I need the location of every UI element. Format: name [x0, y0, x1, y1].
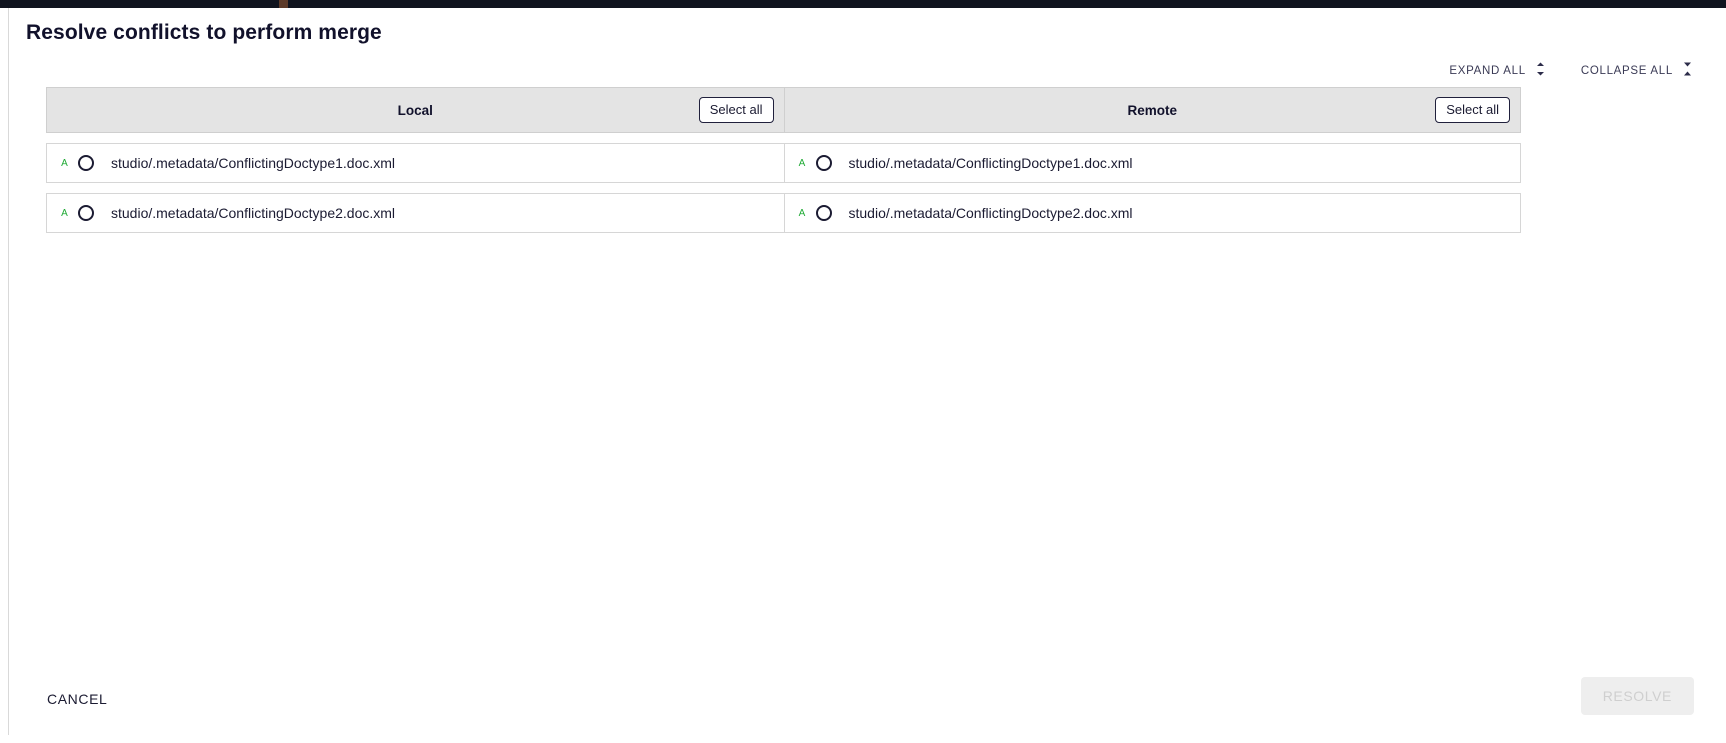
- dialog-footer: CANCEL RESOLVE: [9, 663, 1718, 735]
- status-badge: A: [61, 207, 68, 219]
- column-header-remote-label: Remote: [1127, 102, 1177, 118]
- collapse-all-label: COLLAPSE ALL: [1580, 64, 1673, 77]
- expand-vertical-icon: [1536, 62, 1545, 79]
- table-row: A studio/.metadata/ConflictingDoctype2.d…: [46, 193, 1521, 233]
- resolve-button[interactable]: RESOLVE: [1580, 677, 1694, 715]
- conflict-cell-local[interactable]: A studio/.metadata/ConflictingDoctype1.d…: [47, 144, 784, 182]
- status-badge: A: [61, 157, 68, 169]
- tree-controls-toolbar: EXPAND ALL COLLAPSE ALL: [1447, 60, 1694, 81]
- radio-remote-0[interactable]: [815, 155, 832, 171]
- merge-conflict-dialog: Resolve conflicts to perform merge EXPAN…: [8, 8, 1718, 735]
- page-title: Resolve conflicts to perform merge: [26, 21, 382, 44]
- conflict-cell-remote[interactable]: A studio/.metadata/ConflictingDoctype2.d…: [783, 194, 1521, 232]
- file-path-label: studio/.metadata/ConflictingDoctype1.doc…: [111, 155, 396, 171]
- conflict-cell-remote[interactable]: A studio/.metadata/ConflictingDoctype1.d…: [783, 144, 1521, 182]
- table-header-row: Local Select all Remote Select all: [46, 87, 1521, 133]
- status-badge: A: [798, 207, 806, 219]
- file-path-label: studio/.metadata/ConflictingDoctype2.doc…: [111, 205, 396, 221]
- column-header-remote: Remote Select all: [783, 88, 1521, 132]
- status-badge: A: [798, 157, 806, 169]
- window-chrome-marker: [279, 0, 288, 8]
- expand-all-label: EXPAND ALL: [1449, 64, 1526, 77]
- column-header-local-label: Local: [397, 102, 433, 118]
- cancel-button[interactable]: CANCEL: [35, 683, 119, 715]
- radio-remote-1[interactable]: [815, 205, 832, 221]
- conflict-table: Local Select all Remote Select all A stu…: [46, 87, 1521, 233]
- collapse-all-button[interactable]: COLLAPSE ALL: [1579, 60, 1694, 81]
- select-all-remote-button[interactable]: Select all: [1435, 97, 1510, 123]
- expand-all-button[interactable]: EXPAND ALL: [1447, 60, 1546, 81]
- collapse-vertical-icon: [1683, 62, 1692, 79]
- file-path-label: studio/.metadata/ConflictingDoctype2.doc…: [848, 205, 1133, 221]
- window-chrome-bar: [0, 0, 1726, 8]
- select-all-local-button[interactable]: Select all: [698, 97, 774, 123]
- table-row: A studio/.metadata/ConflictingDoctype1.d…: [46, 143, 1521, 183]
- conflict-cell-local[interactable]: A studio/.metadata/ConflictingDoctype2.d…: [47, 194, 784, 232]
- file-path-label: studio/.metadata/ConflictingDoctype1.doc…: [848, 155, 1133, 171]
- radio-local-1[interactable]: [78, 205, 94, 221]
- radio-local-0[interactable]: [78, 155, 94, 171]
- column-header-local: Local Select all: [47, 88, 784, 132]
